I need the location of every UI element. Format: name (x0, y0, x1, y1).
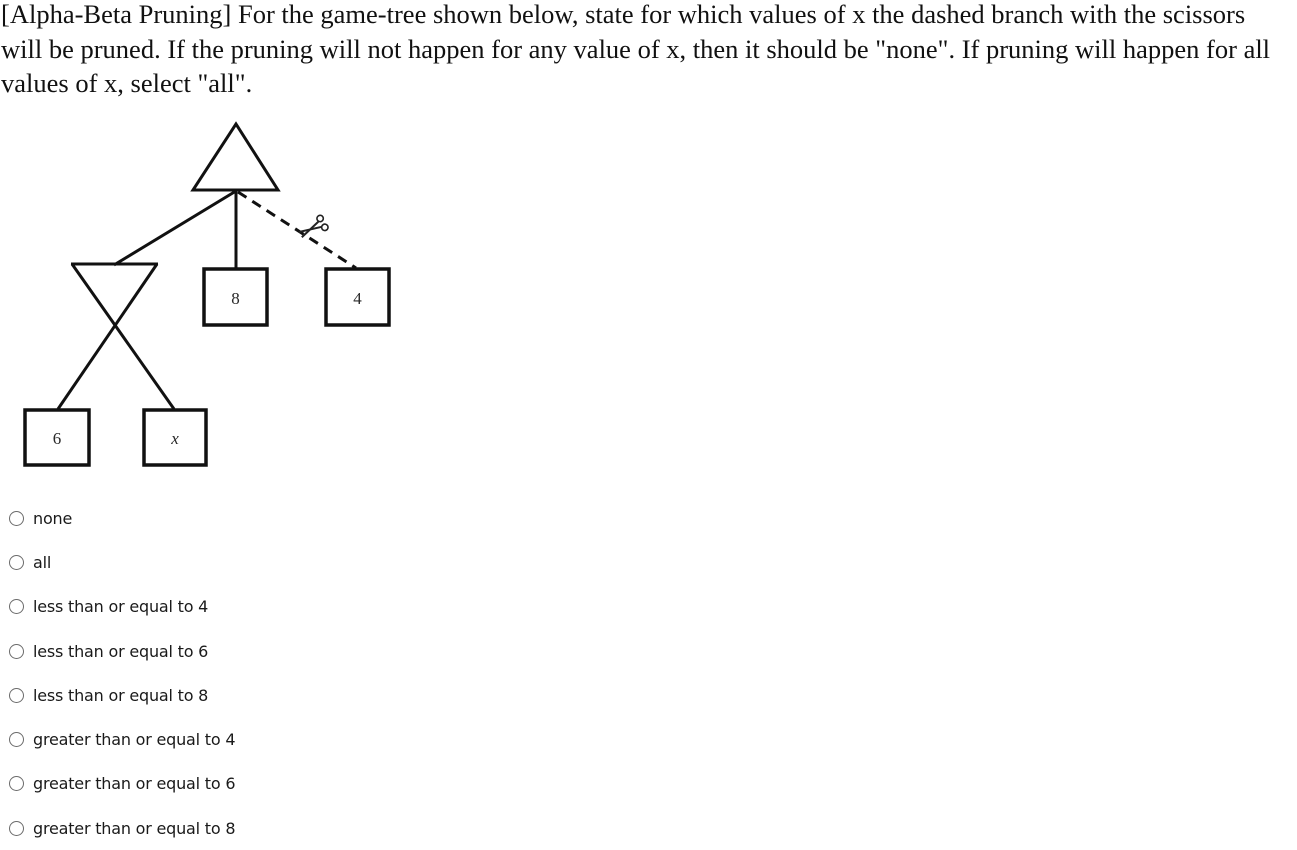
radio-button[interactable] (9, 643, 24, 659)
option-none[interactable]: none (0, 503, 72, 533)
option-lte-8[interactable]: less than or equal to 8 (0, 680, 208, 710)
radio-button[interactable] (9, 731, 24, 747)
option-lte-4[interactable]: less than or equal to 4 (0, 591, 208, 621)
leaf-node-x: x (142, 408, 208, 467)
game-tree-diagram: 8 4 6 x (0, 110, 420, 480)
leaf-node-4: 4 (324, 267, 391, 327)
option-label: greater than or equal to 4 (33, 729, 236, 749)
scissors-icon (298, 214, 329, 239)
leaf-value: 6 (53, 429, 62, 448)
option-label: less than or equal to 8 (33, 685, 209, 705)
option-lte-6[interactable]: less than or equal to 6 (0, 636, 208, 666)
option-label: none (33, 508, 73, 528)
leaf-value: x (170, 429, 179, 448)
edge-min-to-leaf-x (70, 263, 176, 410)
option-all[interactable]: all (0, 547, 51, 577)
question-text: [Alpha-Beta Pruning] For the game-tree s… (1, 0, 1271, 98)
radio-button[interactable] (9, 775, 24, 791)
radio-button[interactable] (9, 554, 24, 570)
radio-button[interactable] (9, 598, 24, 614)
option-label: greater than or equal to 6 (33, 773, 236, 793)
edge-root-to-min (113, 189, 237, 267)
option-gte-8[interactable]: greater than or equal to 8 (0, 813, 236, 843)
leaf-value: 8 (231, 289, 240, 308)
leaf-value: 4 (353, 289, 362, 308)
option-label: less than or equal to 6 (33, 641, 209, 661)
option-label: less than or equal to 4 (33, 596, 209, 616)
max-node-root (190, 121, 281, 192)
leaf-node-8: 8 (202, 267, 269, 327)
option-label: greater than or equal to 8 (33, 818, 236, 838)
edge-min-to-leaf-6 (56, 263, 159, 410)
leaf-node-6: 6 (23, 408, 91, 467)
option-label: all (33, 552, 52, 572)
option-gte-6[interactable]: greater than or equal to 6 (0, 768, 236, 798)
option-gte-4[interactable]: greater than or equal to 4 (0, 724, 236, 754)
radio-button[interactable] (9, 820, 24, 836)
radio-button[interactable] (9, 687, 24, 703)
radio-button[interactable] (9, 510, 24, 526)
edge-root-to-leaf-4-pruned (237, 190, 357, 270)
